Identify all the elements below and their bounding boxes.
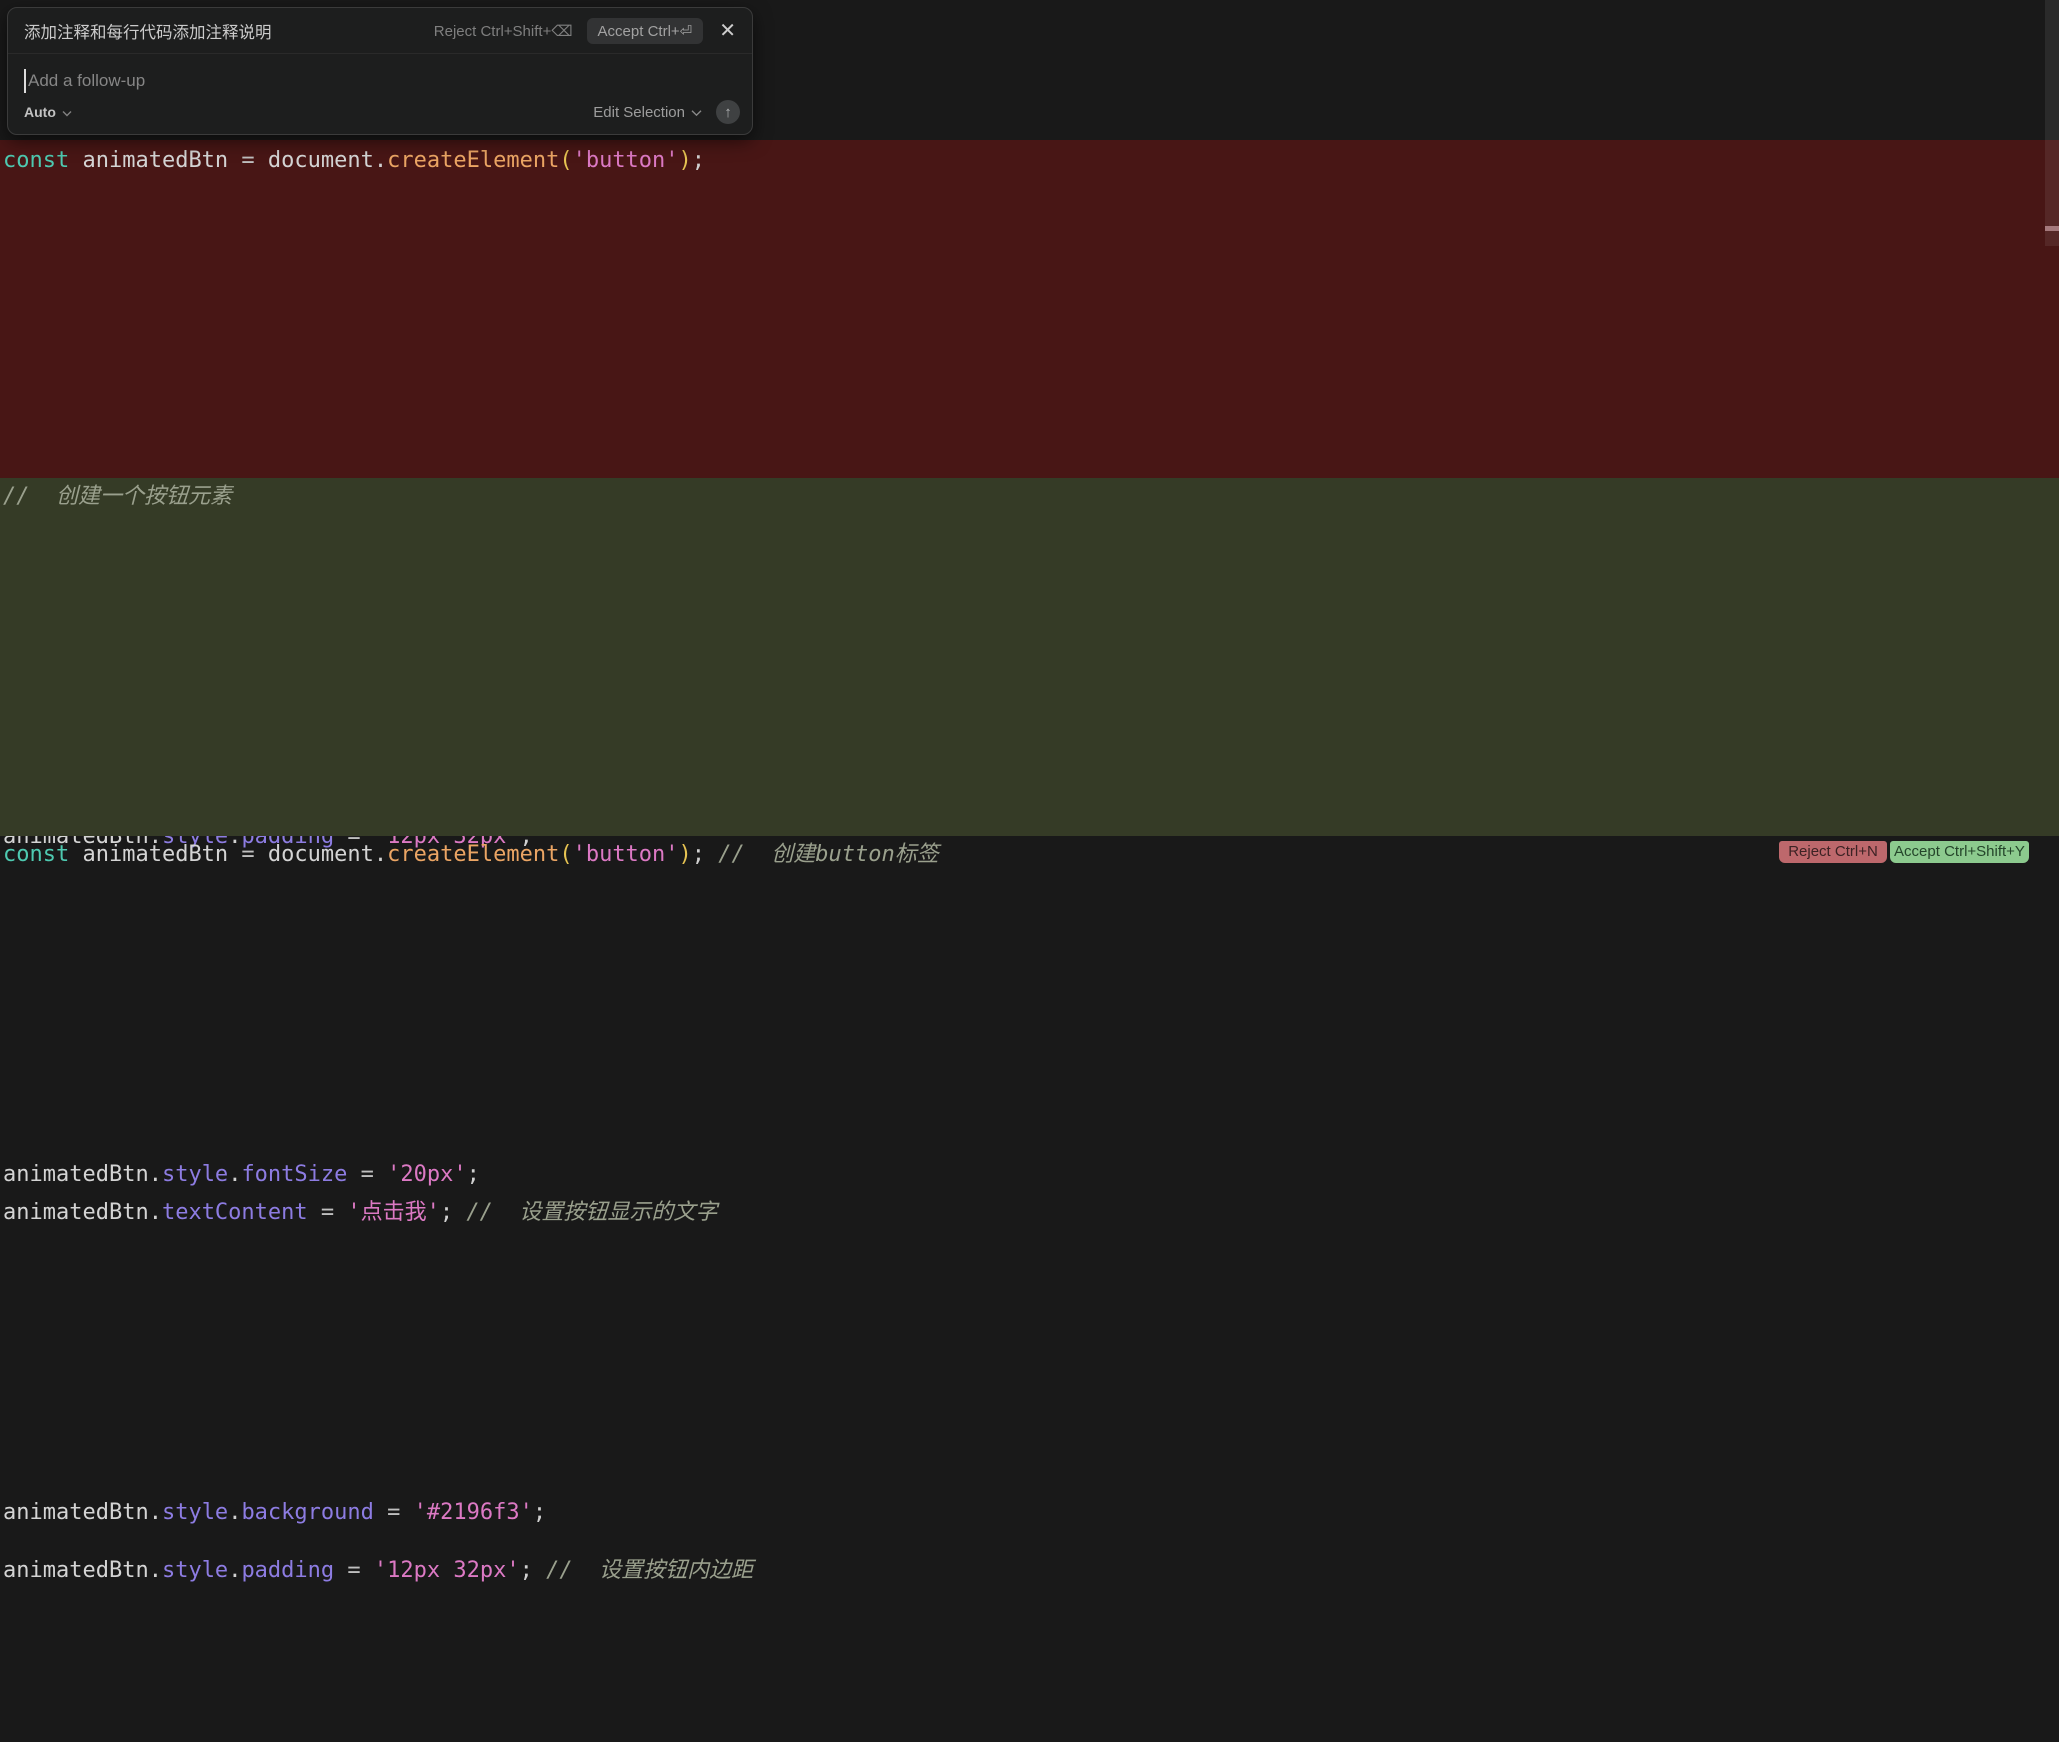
followup-placeholder: Add a follow-up (28, 71, 145, 91)
scrollbar-edit-marker (2045, 226, 2059, 231)
code-line: // 创建一个按钮元素 (3, 481, 2059, 839)
reject-button[interactable]: Reject Ctrl+Shift+⌫ (434, 22, 573, 40)
edit-selection-label: Edit Selection (593, 104, 685, 121)
code-line: animatedBtn.textContent = '点击我'; // 设置按钮… (3, 1197, 2059, 1555)
code-line: const animatedBtn = document.createEleme… (3, 144, 2059, 482)
close-icon[interactable]: ✕ (719, 21, 736, 41)
diff-reject-button[interactable]: Reject Ctrl+N (1779, 841, 1887, 863)
chevron-down-icon (62, 104, 72, 120)
diff-accept-button[interactable]: Accept Ctrl+Shift+Y (1890, 841, 2029, 863)
send-button[interactable]: ↑ (716, 100, 740, 124)
mode-dropdown[interactable]: Auto (24, 104, 72, 120)
mode-dropdown-label: Auto (24, 104, 56, 120)
vertical-scrollbar-thumb[interactable] (2045, 0, 2059, 246)
text-caret (24, 69, 26, 93)
diff-removed-block: const animatedBtn = document.createEleme… (0, 140, 2059, 478)
followup-input[interactable]: Add a follow-up (8, 54, 752, 100)
chevron-down-icon (691, 104, 702, 121)
code-line: animatedBtn.style.padding = '12px 32px';… (3, 1555, 2059, 1742)
diff-added-block: // 创建一个按钮元素const animatedBtn = document.… (0, 478, 2059, 836)
dialog-bottom-row: Auto Edit Selection ↑ (8, 100, 752, 134)
dialog-title-row: 添加注释和每行代码添加注释说明 Reject Ctrl+Shift+⌫ Acce… (8, 8, 752, 53)
code-line: const animatedBtn = document.createEleme… (3, 839, 2059, 1197)
edit-selection-dropdown[interactable]: Edit Selection (593, 104, 702, 121)
accept-button[interactable]: Accept Ctrl+⏎ (587, 18, 704, 44)
inline-edit-dialog: 添加注释和每行代码添加注释说明 Reject Ctrl+Shift+⌫ Acce… (7, 7, 753, 135)
arrow-up-icon: ↑ (724, 104, 732, 121)
prompt-title: 添加注释和每行代码添加注释说明 (24, 19, 434, 43)
